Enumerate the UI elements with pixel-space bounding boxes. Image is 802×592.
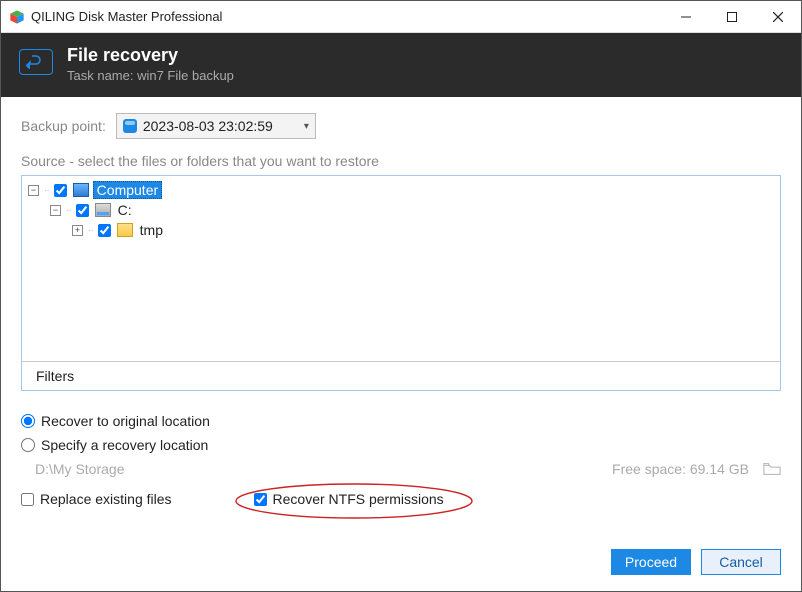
source-tree[interactable]: −·· Computer −·· C: +·· tmp (22, 176, 780, 361)
radio-specify-input[interactable] (21, 438, 35, 452)
app-title: QILING Disk Master Professional (31, 9, 222, 24)
checkbox-ntfs-input[interactable] (254, 493, 267, 506)
recovery-location-group: Recover to original location Specify a r… (21, 413, 781, 477)
tree-checkbox-drive-c[interactable] (76, 204, 89, 217)
drive-icon (95, 203, 111, 217)
disk-icon (123, 119, 137, 133)
minimize-icon (681, 12, 691, 22)
computer-icon (73, 183, 89, 197)
radio-original-location[interactable]: Recover to original location (21, 413, 781, 429)
collapse-icon[interactable]: − (50, 205, 61, 216)
window-controls (663, 1, 801, 33)
backup-point-dropdown[interactable]: 2023-08-03 23:02:59 ▾ (116, 113, 316, 139)
backup-point-value: 2023-08-03 23:02:59 (143, 118, 273, 134)
tree-checkbox-computer[interactable] (54, 184, 67, 197)
checkbox-replace-label: Replace existing files (40, 491, 172, 507)
source-label: Source - select the files or folders tha… (21, 153, 781, 169)
tree-node-tmp[interactable]: +·· tmp (28, 220, 774, 240)
backup-point-row: Backup point: 2023-08-03 23:02:59 ▾ (21, 113, 781, 139)
maximize-button[interactable] (709, 1, 755, 33)
folder-icon (117, 223, 133, 237)
recovery-path-row: D:\My Storage Free space: 69.14 GB (21, 461, 781, 477)
checkbox-ntfs-label: Recover NTFS permissions (273, 491, 444, 507)
maximize-icon (727, 12, 737, 22)
collapse-icon[interactable]: − (28, 185, 39, 196)
close-icon (773, 12, 783, 22)
proceed-button[interactable]: Proceed (611, 549, 691, 575)
cancel-button[interactable]: Cancel (701, 549, 781, 575)
tree-label-tmp: tmp (137, 222, 166, 238)
close-button[interactable] (755, 1, 801, 33)
dialog-buttons: Proceed Cancel (611, 549, 781, 575)
options-row: Replace existing files Recover NTFS perm… (21, 491, 781, 507)
expand-icon[interactable]: + (72, 225, 83, 236)
radio-specify-label: Specify a recovery location (41, 437, 208, 453)
radio-specify-location[interactable]: Specify a recovery location (21, 437, 781, 453)
tree-node-computer[interactable]: −·· Computer (28, 180, 774, 200)
tree-label-drive-c: C: (115, 202, 135, 218)
tree-checkbox-tmp[interactable] (98, 224, 111, 237)
page-title: File recovery (67, 45, 234, 66)
minimize-button[interactable] (663, 1, 709, 33)
chevron-down-icon: ▾ (304, 121, 309, 132)
tree-label-computer: Computer (93, 181, 162, 199)
checkbox-ntfs-permissions[interactable]: Recover NTFS permissions (254, 491, 444, 507)
browse-folder-icon[interactable] (763, 462, 781, 476)
radio-original-label: Recover to original location (41, 413, 210, 429)
app-logo-icon (9, 9, 25, 25)
recovery-path: D:\My Storage (35, 461, 124, 477)
source-tree-panel: −·· Computer −·· C: +·· tmp Filters (21, 175, 781, 391)
tree-node-drive-c[interactable]: −·· C: (28, 200, 774, 220)
free-space: Free space: 69.14 GB (612, 461, 749, 477)
page-header: File recovery Task name: win7 File backu… (1, 33, 801, 97)
recovery-badge-icon (19, 49, 53, 75)
checkbox-replace-input[interactable] (21, 493, 34, 506)
radio-original-input[interactable] (21, 414, 35, 428)
titlebar: QILING Disk Master Professional (1, 1, 801, 33)
filters-button[interactable]: Filters (22, 361, 780, 390)
task-name: Task name: win7 File backup (67, 68, 234, 83)
checkbox-replace-existing[interactable]: Replace existing files (21, 491, 172, 507)
backup-point-label: Backup point: (21, 118, 106, 134)
